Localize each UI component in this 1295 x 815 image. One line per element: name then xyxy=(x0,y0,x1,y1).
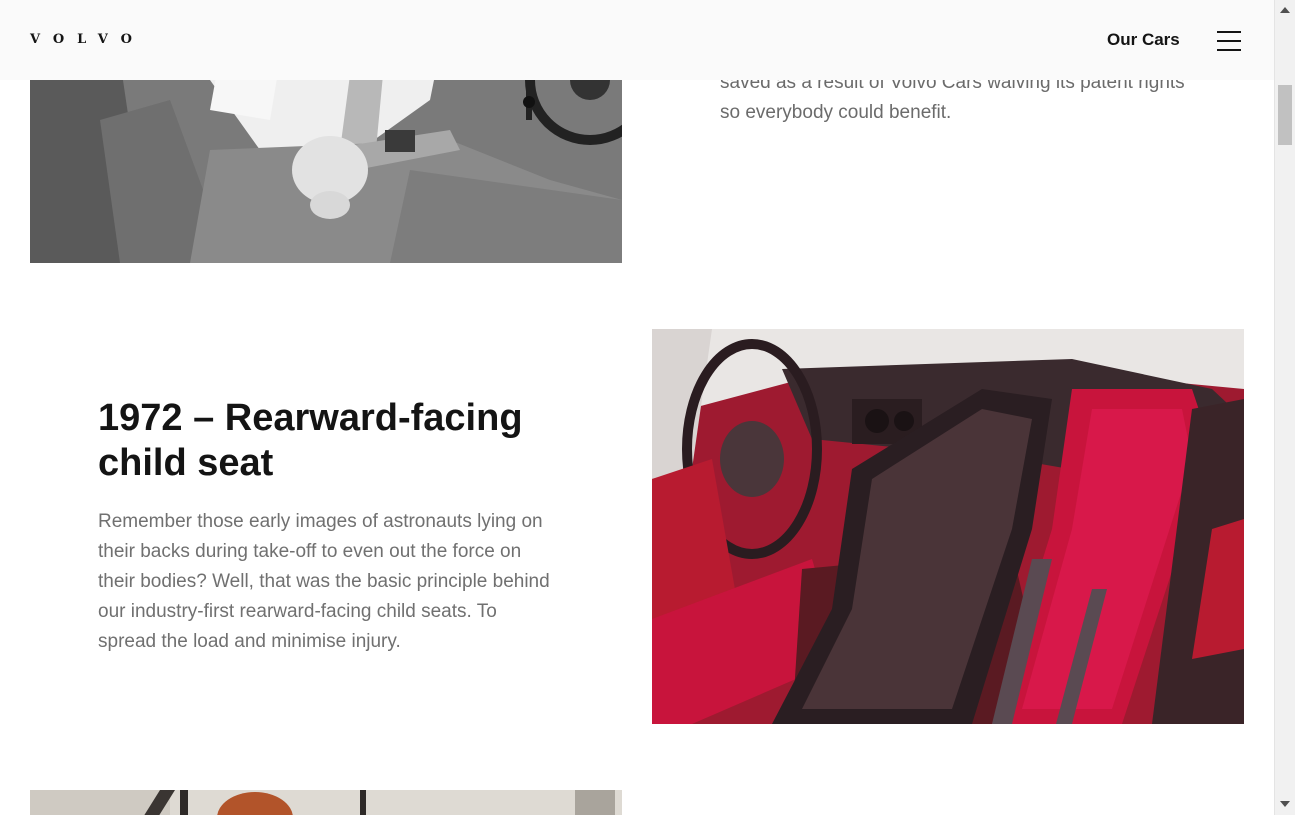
page-content: saved as a result of Volvo Cars waiving … xyxy=(0,0,1274,815)
site-header: VOLVO Our Cars xyxy=(0,0,1274,80)
section-description-child-seat: Remember those early images of astronaut… xyxy=(98,511,550,652)
our-cars-link[interactable]: Our Cars xyxy=(1107,30,1180,50)
menu-line xyxy=(1217,40,1241,42)
child-seat-photo xyxy=(652,329,1244,724)
scroll-thumb[interactable] xyxy=(1278,85,1292,145)
hamburger-menu-icon[interactable] xyxy=(1217,30,1241,51)
section-title-child-seat: 1972 – Rearward-facing child seat xyxy=(98,397,523,484)
menu-line xyxy=(1217,31,1241,33)
vertical-scrollbar[interactable] xyxy=(1274,0,1295,815)
scroll-up-arrow-icon[interactable] xyxy=(1280,7,1290,13)
next-section-photo xyxy=(30,790,622,815)
menu-line xyxy=(1217,49,1241,51)
volvo-logo[interactable]: VOLVO xyxy=(30,33,145,47)
scroll-down-arrow-icon[interactable] xyxy=(1280,801,1290,807)
